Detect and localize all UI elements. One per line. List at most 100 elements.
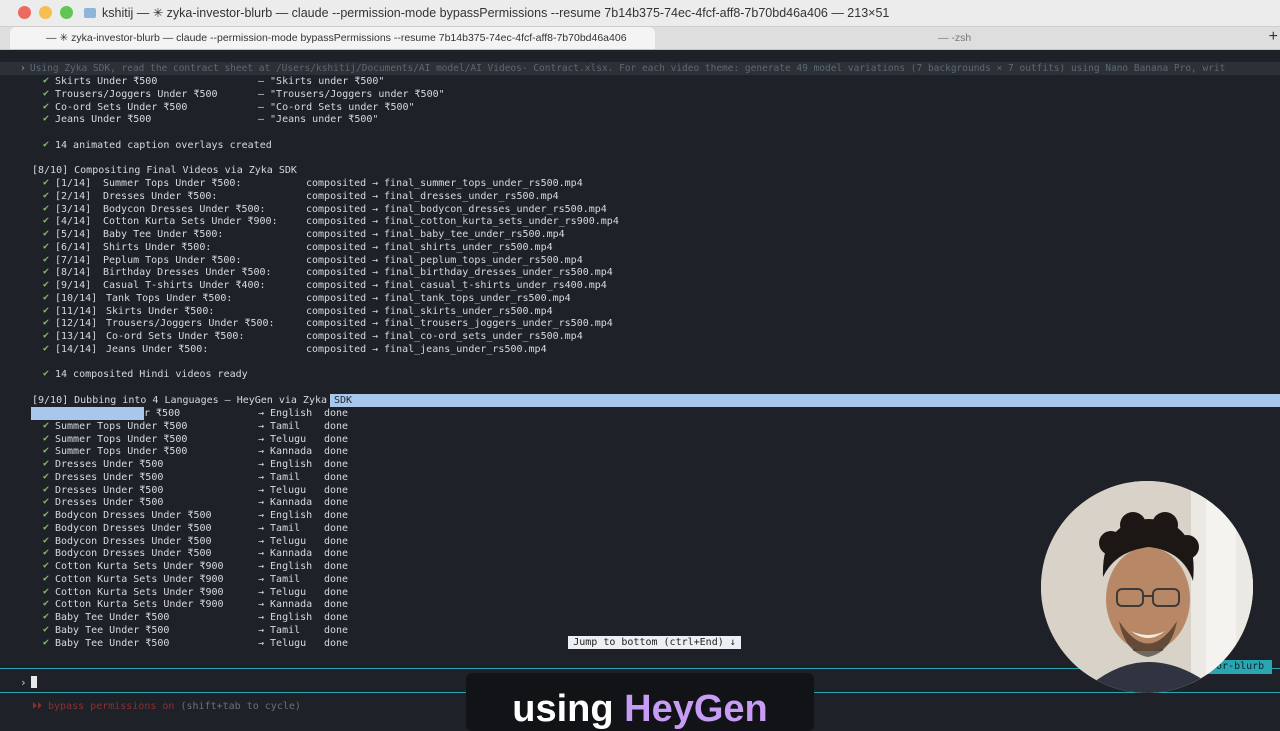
dub-status: done (324, 535, 349, 547)
check-icon: ✔ (43, 560, 50, 571)
dub-language: → English (258, 510, 313, 521)
composite-index: [13/14] (55, 331, 98, 342)
dub-theme-name: Baby Tee Under ₹500 (55, 637, 170, 649)
composite-index: [4/14] (55, 216, 92, 228)
composite-output-file: → final_summer_tops_under_rs500.mp4 (372, 178, 583, 189)
check-icon: ✔ (43, 585, 50, 597)
caption-theme-name: Co-ord Sets Under ₹500 (55, 101, 188, 113)
dub-status: done (324, 561, 349, 572)
dub-language: → Tamil (258, 573, 301, 585)
composite-index: [5/14] (55, 229, 92, 240)
check-icon: ✔ (43, 445, 50, 457)
text-cursor[interactable] (31, 676, 37, 688)
composite-output-file: → final_birthday_dresses_under_rs500.mp4 (372, 267, 613, 279)
check-icon: ✔ (43, 572, 50, 584)
dub-language: → Tamil (258, 522, 301, 534)
composite-index: [9/14] (55, 280, 92, 291)
composite-status: composited (306, 241, 367, 253)
check-icon: ✔ (43, 330, 50, 341)
composite-output-file: → final_baby_tee_under_rs500.mp4 (372, 229, 565, 240)
composite-index: [1/14] (55, 178, 92, 189)
dub-theme-name-partial: r ₹500 (144, 408, 181, 419)
dub-theme-name: Summer Tops Under ₹500 (55, 420, 188, 432)
composite-status: composited (306, 267, 367, 279)
check-icon: ✔ (43, 100, 50, 112)
dub-language: → English (258, 459, 313, 470)
dub-status: done (324, 459, 349, 470)
check-icon: ✔ (43, 432, 50, 444)
dub-status: done (324, 599, 349, 611)
composite-output-file: → final_dresses_under_rs500.mp4 (372, 190, 559, 202)
caption-theme-name: Jeans Under ₹500 (55, 114, 152, 126)
input-prompt-caret: › (20, 676, 27, 689)
composite-status: composited (306, 216, 367, 228)
dub-theme-name: Cotton Kurta Sets Under ₹900 (55, 599, 224, 611)
composite-status: composited (306, 292, 367, 304)
check-icon: ✔ (43, 75, 50, 86)
dub-theme-name: Bodycon Dresses Under ₹500 (55, 510, 212, 521)
composite-output-file: → final_skirts_under_rs500.mp4 (372, 305, 553, 317)
jump-to-bottom-button[interactable]: Jump to bottom (ctrl+End) ↓ (568, 636, 741, 649)
check-icon: ✔ (43, 279, 50, 290)
dub-status: done (324, 446, 349, 458)
minimize-window-button[interactable] (39, 6, 52, 19)
composite-output-file: → final_shirts_under_rs500.mp4 (372, 241, 553, 253)
presenter-face-illustration (1041, 481, 1253, 693)
close-window-button[interactable] (18, 6, 31, 19)
window-controls (18, 6, 73, 19)
dub-theme-name: Summer Tops Under ₹500 (55, 433, 188, 445)
composite-index: [3/14] (55, 203, 92, 215)
dub-language: → Telugu (258, 586, 307, 598)
composite-output-file: → final_bodycon_dresses_under_rs500.mp4 (372, 203, 607, 215)
composite-theme-name: Co-ord Sets Under ₹500: (106, 331, 245, 342)
dub-theme-name: Cotton Kurta Sets Under ₹900 (55, 561, 224, 572)
composite-theme-name: Trousers/Joggers Under ₹500: (106, 318, 275, 330)
dub-theme-name: Baby Tee Under ₹500 (55, 624, 170, 636)
composite-output-file: → final_peplum_tops_under_rs500.mp4 (372, 254, 583, 266)
dub-status: done (324, 586, 349, 598)
dub-language: → Telugu (258, 637, 307, 649)
text-selection-highlight (330, 394, 1280, 407)
composite-step-header: [8/10] Compositing Final Videos via Zyka… (32, 165, 297, 176)
check-icon: ✔ (43, 368, 50, 379)
dub-status: done (324, 497, 349, 509)
tab-claude-session[interactable]: — ✳ zyka-investor-blurb — claude --permi… (10, 27, 655, 49)
check-icon: ✔ (43, 458, 50, 469)
permission-mode-hint: ⏵⏵ bypass permissions on (shift+tab to c… (32, 701, 301, 712)
command-prompt-line: › Using Zyka SDK, read the contract sheet… (0, 62, 1280, 75)
zoom-window-button[interactable] (60, 6, 73, 19)
composite-status: composited (306, 331, 367, 342)
dub-theme-name: Cotton Kurta Sets Under ₹900 (55, 573, 224, 585)
composite-output-file: → final_jeans_under_rs500.mp4 (372, 343, 547, 355)
tab-zsh[interactable]: — -zsh (938, 27, 971, 49)
check-icon: ✔ (43, 419, 50, 431)
check-icon: ✔ (43, 598, 50, 610)
composite-output-file: → final_tank_tops_under_rs500.mp4 (372, 292, 571, 304)
composite-status: composited (306, 178, 367, 189)
composite-status: composited (306, 203, 367, 215)
dub-language: → Tamil (258, 624, 301, 636)
tab-bar: — ✳ zyka-investor-blurb — claude --permi… (0, 27, 1280, 50)
check-icon: ✔ (43, 189, 50, 201)
check-icon: ✔ (43, 521, 50, 533)
dub-theme-name: Bodycon Dresses Under ₹500 (55, 522, 212, 534)
composite-index: [14/14] (55, 343, 98, 355)
new-tab-button[interactable]: + (1269, 27, 1278, 49)
check-icon: ✔ (43, 534, 50, 546)
check-icon: ✔ (43, 317, 50, 329)
dub-language: → Kannada (258, 599, 313, 611)
dub-status: done (324, 612, 349, 623)
video-caption-overlay: using HeyGen (466, 673, 814, 731)
composite-output-file: → final_casual_t-shirts_under_rs400.mp4 (372, 280, 607, 291)
dub-theme-name: Dresses Under ₹500 (55, 459, 164, 470)
check-icon: ✔ (43, 240, 50, 252)
composite-summary: 14 composited Hindi videos ready (55, 369, 248, 380)
composite-status: composited (306, 280, 367, 291)
dub-status: done (324, 624, 349, 636)
composite-status: composited (306, 305, 367, 317)
window-titlebar: kshitij — ✳ zyka-investor-blurb — claude… (0, 0, 1280, 27)
folder-icon (84, 8, 96, 18)
dub-language: → English (258, 612, 313, 623)
check-icon: ✔ (43, 547, 50, 559)
composite-theme-name: Skirts Under ₹500: (106, 305, 215, 317)
